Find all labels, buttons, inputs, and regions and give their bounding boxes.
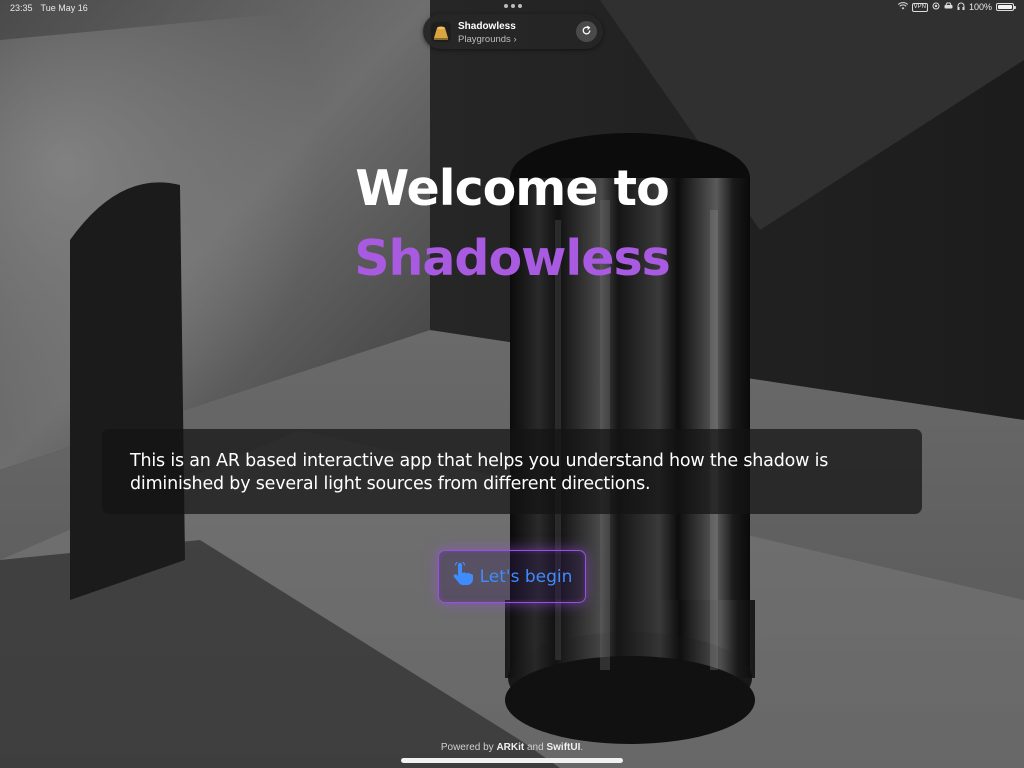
chevron-right-icon: › [513, 34, 517, 45]
headphones-icon [957, 2, 965, 12]
description-panel: This is an AR based interactive app that… [102, 429, 922, 514]
app-icon [431, 22, 451, 42]
location-icon [932, 2, 940, 12]
footer-and: and [527, 742, 544, 753]
footer-tech-swiftui: SwiftUI [546, 742, 581, 753]
dot [511, 4, 515, 8]
hand-tap-icon [452, 560, 474, 591]
app-source-label: Playgrounds [458, 34, 511, 45]
vpn-badge: VPN [911, 2, 928, 12]
lets-begin-label: Let's begin [479, 566, 573, 587]
powered-by-footer: Powered by ARKit and SwiftUI. [0, 742, 1024, 753]
background-scene [0, 0, 1024, 768]
reload-button[interactable] [576, 21, 597, 42]
battery-icon [996, 3, 1016, 11]
footer-prefix: Powered by [440, 742, 494, 753]
car-icon [944, 2, 953, 12]
home-indicator[interactable] [401, 758, 623, 763]
app-source-link[interactable]: Playgrounds › [458, 34, 517, 45]
app-title: Shadowless [354, 230, 671, 287]
footer-suffix: . [580, 742, 584, 753]
dot [518, 4, 522, 8]
arrow-clockwise-icon [581, 23, 592, 41]
status-time: 23:35 [10, 3, 33, 13]
description-text: This is an AR based interactive app that… [130, 451, 829, 494]
battery-percentage: 100% [968, 2, 992, 12]
multitasking-dots[interactable] [504, 4, 522, 8]
wifi-icon [897, 2, 908, 12]
scene-illustration [0, 0, 1024, 768]
app-switcher-pill[interactable]: Shadowless Playgrounds › [423, 14, 603, 49]
app-name: Shadowless [458, 21, 516, 32]
footer-tech-arkit: ARKit [496, 742, 525, 753]
status-bar-right: VPN 100% [897, 2, 1016, 12]
welcome-title: Welcome to [355, 160, 669, 217]
status-date: Tue May 16 [40, 3, 88, 13]
status-bar-left: 23:35 Tue May 16 [10, 3, 88, 13]
lets-begin-button[interactable]: Let's begin [438, 550, 586, 603]
dot [504, 4, 508, 8]
